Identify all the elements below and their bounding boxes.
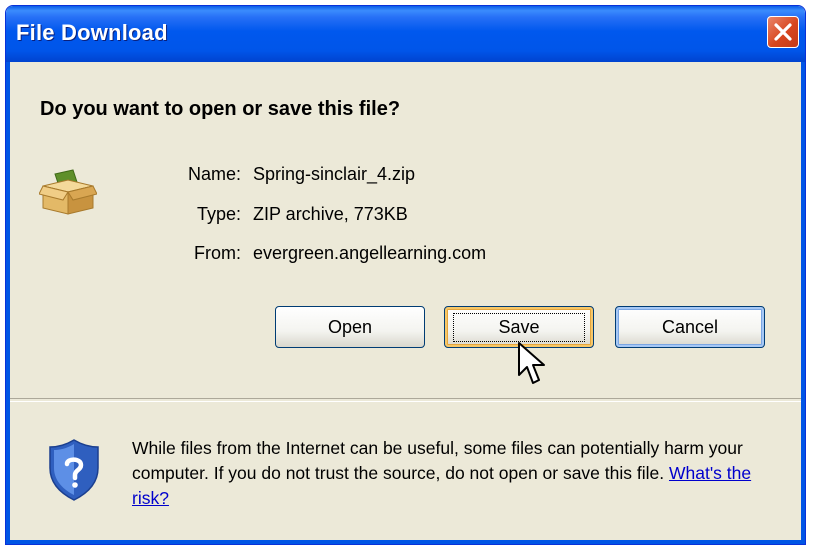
- file-type-row: Type: ZIP archive, 773KB: [6, 204, 805, 228]
- mouse-pointer-icon: [518, 342, 545, 384]
- security-warning: While files from the Internet can be use…: [132, 436, 782, 511]
- window-title: File Download: [16, 20, 168, 45]
- dialog-question: Do you want to open or save this file?: [40, 98, 401, 120]
- file-name-row: Name: Spring-sinclair_4.zip: [6, 164, 805, 188]
- security-shield-question-icon: [49, 439, 99, 501]
- window-frame-right: [801, 62, 805, 544]
- file-name-value: Spring-sinclair_4.zip: [253, 164, 416, 184]
- open-button-label: Open: [327, 316, 373, 337]
- file-name-label: Name:: [187, 164, 241, 184]
- file-download-dialog: File Download Do you want to open or sav…: [5, 5, 806, 545]
- close-icon: [774, 23, 792, 41]
- cancel-button[interactable]: Cancel: [615, 306, 765, 348]
- title-bar[interactable]: File Download: [6, 6, 805, 62]
- file-from-value: evergreen.angellearning.com: [253, 243, 487, 263]
- file-type-value: ZIP archive, 773KB: [253, 204, 408, 224]
- cancel-button-label: Cancel: [661, 316, 719, 337]
- separator: [10, 398, 801, 402]
- save-button-label: Save: [453, 312, 585, 342]
- security-warning-text: While files from the Internet can be use…: [132, 438, 743, 483]
- close-button[interactable]: [767, 16, 799, 48]
- file-type-label: Type:: [196, 204, 241, 224]
- file-from-label: From:: [194, 243, 241, 263]
- open-button[interactable]: Open: [275, 306, 425, 348]
- file-from-row: From: evergreen.angellearning.com: [6, 243, 805, 267]
- window-frame-left: [6, 62, 10, 544]
- window-frame-bottom: [6, 540, 805, 544]
